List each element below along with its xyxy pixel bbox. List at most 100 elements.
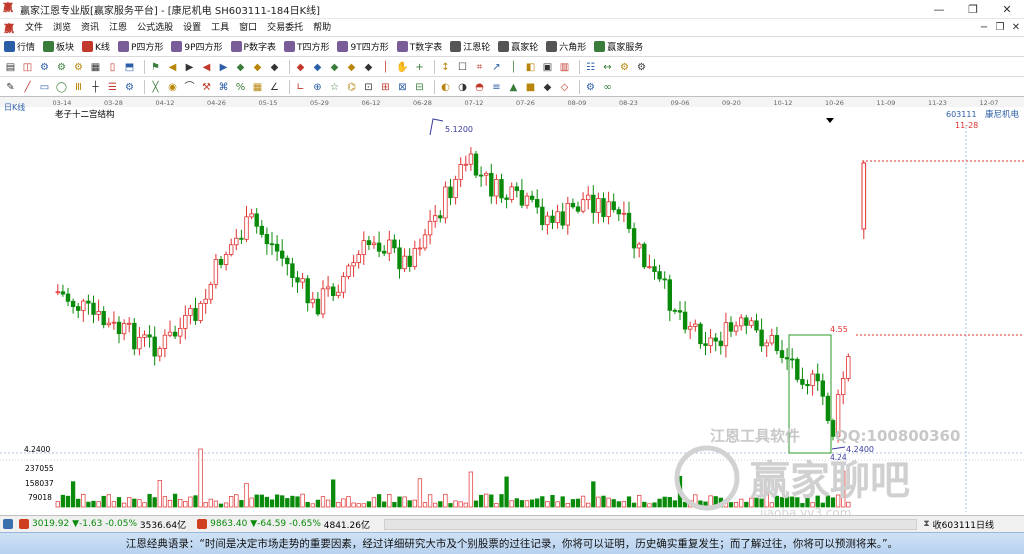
drawing-tool-icon[interactable]: ◆	[268, 61, 281, 74]
menu-trade[interactable]: 交易委托	[262, 19, 308, 37]
drawing-tool-icon[interactable]: ◆	[345, 61, 358, 74]
menu-help[interactable]: 帮助	[308, 19, 336, 37]
menu-file[interactable]: 文件	[20, 19, 48, 37]
drawing-tool-icon[interactable]: ◆	[328, 61, 341, 74]
analysis-tool-icon[interactable]: ⌘	[217, 81, 230, 94]
toolbar-button-2[interactable]: K线	[82, 40, 110, 53]
drawing-tool-icon[interactable]: ◧	[524, 61, 537, 74]
menu-browse[interactable]: 浏览	[48, 19, 76, 37]
toolbar-button-8[interactable]: T数字表	[396, 40, 442, 53]
analysis-tool-icon[interactable]: ∠	[268, 81, 281, 94]
toolbar-button-4[interactable]: 9P四方形	[171, 40, 223, 53]
drawing-tool-icon[interactable]: ▶	[183, 61, 196, 74]
analysis-tool-icon[interactable]: ┼	[89, 81, 102, 94]
analysis-tool-icon[interactable]: ☰	[106, 81, 119, 94]
index-grid-icon[interactable]	[3, 519, 13, 529]
mdi-close-button[interactable]: ✕	[1008, 22, 1024, 33]
analysis-tool-icon[interactable]: ⚙	[584, 81, 597, 94]
maximize-button[interactable]: ❐	[956, 0, 990, 19]
analysis-tool-icon[interactable]: ╱	[21, 81, 34, 94]
minimize-button[interactable]: —	[922, 0, 956, 19]
menu-info[interactable]: 资讯	[76, 19, 104, 37]
toolbar-button-10[interactable]: 赢家轮	[498, 40, 538, 53]
drawing-tool-icon[interactable]: ⚑	[149, 61, 162, 74]
toolbar-button-0[interactable]: 行情	[4, 40, 35, 53]
analysis-tool-icon[interactable]: %	[234, 81, 247, 94]
drawing-tool-icon[interactable]: ↗	[490, 61, 503, 74]
close-button[interactable]: ✕	[990, 0, 1024, 19]
drawing-tool-icon[interactable]: ▯	[106, 61, 119, 74]
menu-tools[interactable]: 工具	[206, 19, 234, 37]
analysis-tool-icon[interactable]: ⚒	[200, 81, 213, 94]
sz-index-group[interactable]: 9863.40 ▼-64.59 -0.65% 4841.26亿	[210, 518, 370, 531]
mdi-minimize-button[interactable]: −	[976, 22, 992, 33]
analysis-tool-icon[interactable]: ▲	[507, 81, 520, 94]
drawing-tool-icon[interactable]: ↔	[601, 61, 614, 74]
analysis-tool-icon[interactable]: ≡	[490, 81, 503, 94]
drawing-tool-icon[interactable]: ⚙	[635, 61, 648, 74]
toolbar-button-3[interactable]: P四方形	[117, 40, 163, 53]
drawing-tool-icon[interactable]: ◆	[362, 61, 375, 74]
drawing-tool-icon[interactable]: ↕	[439, 61, 452, 74]
drawing-tool-icon[interactable]: ✋	[396, 61, 409, 74]
chart-canvas[interactable]: 03-14 03-28 04-12 04-26 05-15 05-29 06-12 06-28…	[0, 97, 1024, 515]
drawing-tool-icon[interactable]: ▦	[89, 61, 102, 74]
analysis-tool-icon[interactable]: ⚙	[123, 81, 136, 94]
drawing-tool-icon[interactable]: ⬒	[123, 61, 136, 74]
drawing-tool-icon[interactable]: ◆	[311, 61, 324, 74]
analysis-tool-icon[interactable]: ⊠	[396, 81, 409, 94]
drawing-tool-icon[interactable]: ⚙	[38, 61, 51, 74]
menu-window[interactable]: 窗口	[234, 19, 262, 37]
analysis-tool-icon[interactable]: ╳	[149, 81, 162, 94]
drawing-tool-icon[interactable]: ◀	[166, 61, 179, 74]
analysis-tool-icon[interactable]: ▦	[251, 81, 264, 94]
drawing-tool-icon[interactable]: ◀	[200, 61, 213, 74]
drawing-tool-icon[interactable]: ◆	[251, 61, 264, 74]
analysis-tool-icon[interactable]: ◆	[541, 81, 554, 94]
toolbar-button-1[interactable]: 板块	[43, 40, 74, 53]
drawing-tool-icon[interactable]: ⚙	[618, 61, 631, 74]
analysis-tool-icon[interactable]: ◑	[456, 81, 469, 94]
drawing-tool-icon[interactable]: ☐	[456, 61, 469, 74]
drawing-tool-icon[interactable]: ◆	[294, 61, 307, 74]
analysis-tool-icon[interactable]: ☆	[328, 81, 341, 94]
drawing-tool-icon[interactable]: ⌗	[473, 61, 486, 74]
menu-settings[interactable]: 设置	[178, 19, 206, 37]
drawing-tool-icon[interactable]: ⚙	[55, 61, 68, 74]
analysis-tool-icon[interactable]: ◯	[55, 81, 68, 94]
analysis-tool-icon[interactable]: ▭	[38, 81, 51, 94]
drawing-tool-icon[interactable]: ⚙	[72, 61, 85, 74]
drawing-tool-icon[interactable]: │	[379, 61, 392, 74]
toolbar-button-9[interactable]: 江恩轮	[450, 40, 490, 53]
kline-chart[interactable]: 03-14 03-28 04-12 04-26 05-15 05-29 06-12 06-28…	[0, 97, 1024, 515]
drawing-tool-icon[interactable]: ▶	[217, 61, 230, 74]
drawing-tool-icon[interactable]: ◫	[21, 61, 34, 74]
analysis-tool-icon[interactable]: ◐	[439, 81, 452, 94]
analysis-tool-icon[interactable]: ⌒	[183, 81, 196, 94]
drawing-tool-icon[interactable]: ▣	[541, 61, 554, 74]
drawing-tool-icon[interactable]: ☷	[584, 61, 597, 74]
analysis-tool-icon[interactable]: ■	[524, 81, 537, 94]
analysis-tool-icon[interactable]: ◉	[166, 81, 179, 94]
toolbar-button-12[interactable]: 赢家服务	[594, 40, 643, 53]
analysis-tool-icon[interactable]: ⊟	[413, 81, 426, 94]
analysis-tool-icon[interactable]: ⌬	[345, 81, 358, 94]
analysis-tool-icon[interactable]: ⊡	[362, 81, 375, 94]
analysis-tool-icon[interactable]: ◓	[473, 81, 486, 94]
analysis-tool-icon[interactable]: ∟	[294, 81, 307, 94]
analysis-tool-icon[interactable]: ⊕	[311, 81, 324, 94]
analysis-tool-icon[interactable]: ✎	[4, 81, 17, 94]
horizontal-scrollbar[interactable]	[383, 518, 918, 530]
drawing-tool-icon[interactable]: ▤	[4, 61, 17, 74]
menu-formula[interactable]: 公式选股	[132, 19, 178, 37]
analysis-tool-icon[interactable]: ∞	[601, 81, 614, 94]
sh-index-group[interactable]: 3019.92 ▼-1.63 -0.05% 3536.64亿	[32, 518, 186, 531]
drawing-tool-icon[interactable]: ◆	[234, 61, 247, 74]
drawing-tool-icon[interactable]: +	[413, 61, 426, 74]
toolbar-button-6[interactable]: T四方形	[283, 40, 329, 53]
toolbar-button-11[interactable]: 六角形	[546, 40, 586, 53]
analysis-tool-icon[interactable]: ◇	[558, 81, 571, 94]
toolbar-button-7[interactable]: 9T四方形	[337, 40, 389, 53]
drawing-tool-icon[interactable]: ▥	[558, 61, 571, 74]
drawing-tool-icon[interactable]: │	[507, 61, 520, 74]
